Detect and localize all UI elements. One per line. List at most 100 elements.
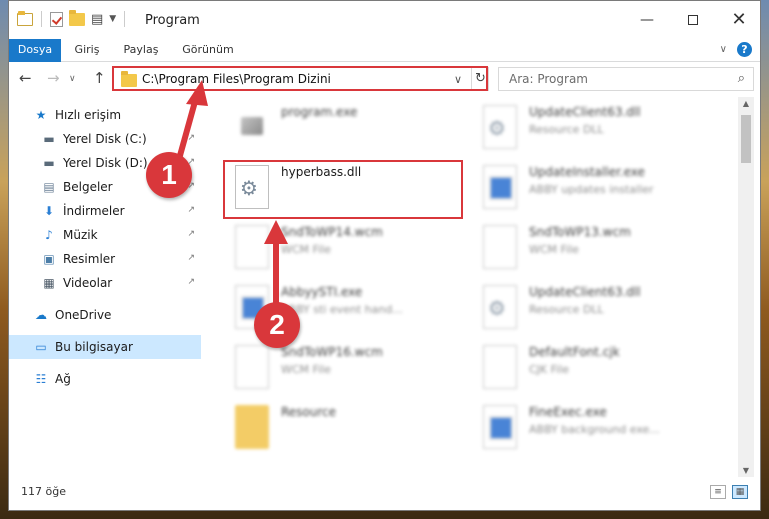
sidebar-item-videos[interactable]: ▦ Videolar ↗ [9, 271, 201, 295]
exe-icon [235, 105, 269, 149]
file-item[interactable]: program.exe [227, 99, 467, 155]
file-name: UpdateInstaller.exe [529, 165, 645, 179]
search-input[interactable]: Ara: Program [509, 72, 588, 86]
vertical-scrollbar[interactable]: ▲ ▼ [738, 97, 754, 477]
minimize-button[interactable]: — [624, 1, 670, 39]
expand-ribbon-icon[interactable]: ∨ [720, 44, 727, 55]
file-name: DefaultFont.cjk [529, 345, 620, 359]
file-description: WCM File [281, 363, 331, 376]
sidebar-item-label: Hızlı erişim [55, 108, 122, 122]
file-name: FineExec.exe [529, 405, 607, 419]
pin-icon[interactable]: ↗ [187, 229, 195, 239]
file-item[interactable]: SndToWP16.wcm WCM File [227, 339, 467, 395]
pin-icon[interactable]: ↗ [187, 133, 195, 143]
file-item[interactable]: DefaultFont.cjk CJK File [475, 339, 715, 395]
view-options-icon[interactable]: ▤ [91, 12, 103, 27]
file-item[interactable]: FineExec.exe ABBY background exe... [475, 399, 715, 455]
step-badge-2: 2 [254, 302, 300, 348]
pictures-icon: ▣ [43, 252, 55, 266]
file-name: UpdateClient63.dll [529, 105, 641, 119]
step-badge-1: 1 [146, 152, 192, 198]
scroll-up-icon[interactable]: ▲ [738, 99, 754, 108]
file-name: Resource [281, 405, 337, 419]
title-bar: ▤ ▼ Program — ✕ [9, 1, 760, 39]
dll-icon [483, 105, 517, 149]
music-icon: ♪ [45, 228, 53, 242]
folder-icon [17, 10, 33, 26]
file-name: SndToWP13.wcm [529, 225, 631, 239]
properties-check-icon[interactable] [50, 11, 63, 27]
sidebar-item-label: İndirmeler [63, 204, 125, 218]
large-icons-view-icon[interactable]: ▦ [732, 485, 748, 499]
videos-icon: ▦ [43, 276, 55, 290]
close-button[interactable]: ✕ [716, 1, 760, 39]
file-highlight-box [223, 160, 463, 219]
new-folder-icon[interactable] [69, 9, 85, 26]
up-button[interactable]: ↑ [93, 69, 106, 87]
file-icon [483, 225, 517, 269]
pin-icon[interactable]: ↗ [187, 205, 195, 215]
computer-icon: ▭ [35, 340, 47, 354]
item-count: 117 öğe [21, 485, 66, 498]
tab-giris[interactable]: Giriş [65, 39, 109, 62]
file-item[interactable]: UpdateClient63.dll Resource DLL [475, 279, 715, 335]
maximize-button[interactable] [670, 1, 716, 39]
sidebar-item-this-pc[interactable]: ▭ Bu bilgisayar [9, 335, 201, 359]
forward-button[interactable]: → [47, 69, 60, 87]
sidebar-item-disk-c[interactable]: ▬ Yerel Disk (C:) ↗ [9, 127, 201, 151]
pin-icon[interactable]: ↗ [187, 277, 195, 287]
file-item[interactable]: UpdateInstaller.exe ABBY updates install… [475, 159, 715, 215]
sidebar-item-pictures[interactable]: ▣ Resimler ↗ [9, 247, 201, 271]
ribbon-right-controls: ∨ ? [720, 42, 752, 57]
sidebar-item-label: Resimler [63, 252, 116, 266]
sidebar-item-label: OneDrive [55, 308, 112, 322]
sidebar-item-label: Belgeler [63, 180, 113, 194]
file-description: ABBY background exe... [529, 423, 660, 436]
file-item[interactable]: SndToWP14.wcm WCM File [227, 219, 467, 275]
file-item[interactable]: UpdateClient63.dll Resource DLL [475, 99, 715, 155]
file-icon [235, 345, 269, 389]
sidebar-item-onedrive[interactable]: ☁ OneDrive [9, 303, 201, 327]
sidebar-item-network[interactable]: ☷ Ağ [9, 367, 201, 391]
sidebar-item-label: Yerel Disk (C:) [63, 132, 147, 146]
file-icon [235, 225, 269, 269]
cloud-icon: ☁ [35, 308, 47, 322]
app-icon [483, 405, 517, 449]
toolbar-divider [124, 11, 126, 27]
file-name: UpdateClient63.dll [529, 285, 641, 299]
back-button[interactable]: ← [19, 69, 32, 87]
folder-icon [235, 405, 269, 449]
tab-paylas[interactable]: Paylaş [115, 39, 167, 62]
window-title: Program [145, 13, 200, 28]
file-description: ABBY sti event hand... [281, 303, 403, 316]
scroll-thumb[interactable] [741, 115, 751, 163]
pin-icon[interactable]: ↗ [187, 253, 195, 263]
help-icon[interactable]: ? [737, 42, 752, 57]
quick-access-toolbar: ▤ ▼ [17, 9, 127, 27]
ribbon-tabs: Dosya Giriş Paylaş Görünüm ∨ ? [9, 39, 760, 62]
download-icon: ⬇ [43, 204, 55, 218]
details-view-icon[interactable]: ≡ [710, 485, 726, 499]
file-description: Resource DLL [529, 303, 604, 316]
star-icon: ★ [35, 108, 47, 122]
file-description: WCM File [281, 243, 331, 256]
file-name: AbbyySTI.exe [281, 285, 363, 299]
file-description: CJK File [529, 363, 570, 376]
status-bar: 117 öğe ≡ ▦ [9, 479, 760, 510]
customize-toolbar-icon[interactable]: ▼ [109, 14, 116, 24]
dll-icon [483, 285, 517, 329]
file-name: SndToWP14.wcm [281, 225, 383, 239]
file-item[interactable]: SndToWP13.wcm WCM File [475, 219, 715, 275]
scroll-down-icon[interactable]: ▼ [738, 466, 754, 475]
recent-locations-button[interactable]: ∨ [69, 74, 76, 84]
tab-gorunum[interactable]: Görünüm [173, 39, 243, 62]
search-box[interactable]: Ara: Program ⌕ [498, 67, 754, 91]
tab-dosya[interactable]: Dosya [9, 39, 61, 62]
sidebar-item-downloads[interactable]: ⬇ İndirmeler ↗ [9, 199, 201, 223]
address-highlight-box [112, 66, 488, 91]
file-item[interactable]: Resource [227, 399, 467, 455]
sidebar-item-music[interactable]: ♪ Müzik ↗ [9, 223, 201, 247]
sidebar-item-label: Yerel Disk (D:) [63, 156, 148, 170]
file-description: Resource DLL [529, 123, 604, 136]
sidebar-item-quick-access[interactable]: ★ Hızlı erişim [9, 103, 201, 127]
